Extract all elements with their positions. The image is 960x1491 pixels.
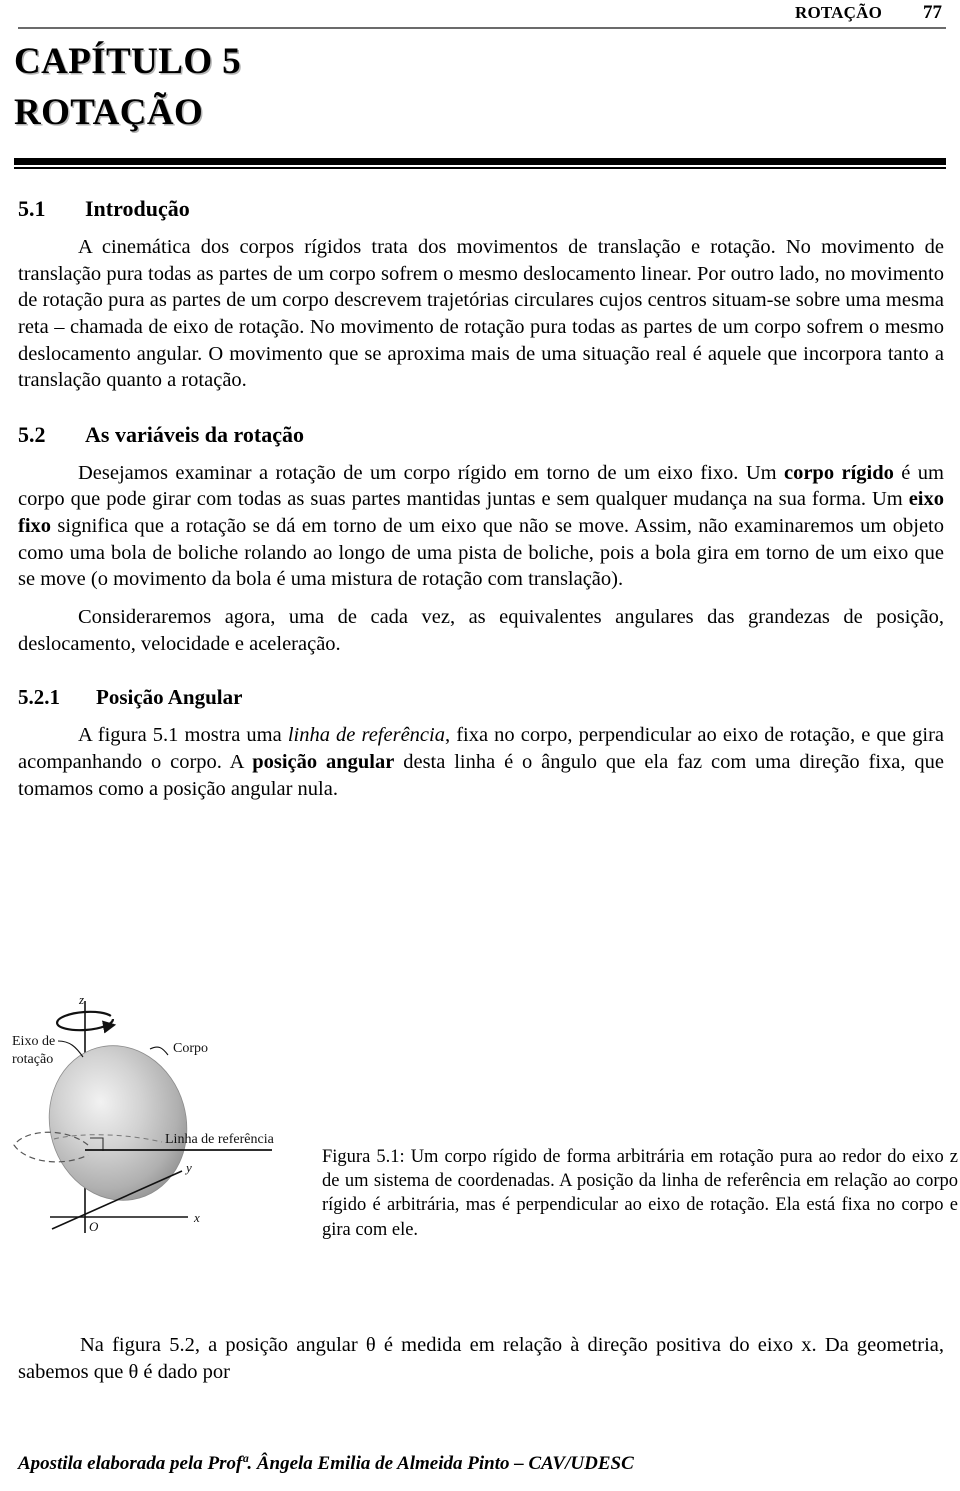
- document-page: ROTAÇÃO 77 CAPÍTULO 5 ROTAÇÃO 5.1 Introd…: [0, 0, 960, 1491]
- chapter-number-title: CAPÍTULO 5: [14, 41, 242, 82]
- text-run: Na figura 5.2, a posição angular: [80, 1334, 366, 1356]
- label-axis-of-rotation-line2: rotação: [12, 1052, 53, 1067]
- paragraph-closing: Na figura 5.2, a posição angular θ é med…: [18, 1332, 944, 1385]
- subsection-heading-5-2-1: 5.2.1 Posição Angular: [18, 685, 944, 710]
- section-label-5-1: Introdução: [85, 196, 190, 221]
- paragraph-5-2-1: A figura 5.1 mostra uma linha de referên…: [18, 722, 944, 802]
- term-corpo-rigido: corpo rígido: [783, 461, 894, 484]
- label-reference-line: Linha de referência: [165, 1132, 275, 1147]
- text-run: Desejamos examinar a rotação de um corpo…: [78, 461, 784, 484]
- label-body: Corpo: [173, 1041, 208, 1056]
- figure-5-1-graphic: z x y O Eixo de rotação Corpo Linha de r…: [10, 995, 320, 1285]
- page-footer: Apostila elaborada pela Profª. Ângela Em…: [18, 1453, 634, 1474]
- page-number: 77: [923, 2, 942, 23]
- section-heading-5-1: 5.1 Introdução: [18, 196, 944, 222]
- label-axis-of-rotation-line1: Eixo de: [12, 1034, 55, 1049]
- header-divider-rule: [18, 27, 946, 29]
- figure-5-1-caption: Figura 5.1: Um corpo rígido de forma arb…: [322, 1147, 958, 1240]
- chapter-title-block: CAPÍTULO 5 ROTAÇÃO: [14, 41, 946, 134]
- section-heading-5-2: 5.2 As variáveis da rotação: [18, 422, 944, 448]
- divider-thick-bar: [14, 158, 946, 165]
- paragraph-5-2-second: Consideraremos agora, uma de cada vez, a…: [18, 606, 944, 655]
- theta-symbol: θ: [365, 1334, 376, 1356]
- paragraph-5-1-intro: A cinemática dos corpos rígidos trata do…: [18, 236, 944, 392]
- axis-z-label: z: [78, 995, 84, 1007]
- chapter-name-title: ROTAÇÃO: [14, 92, 204, 134]
- text-run: significa que a rotação se dá em torno d…: [18, 515, 944, 591]
- axis-y-label: y: [184, 1160, 192, 1175]
- theta-symbol: θ: [128, 1360, 139, 1383]
- document-body: 5.1 Introdução A cinemática dos corpos r…: [18, 196, 944, 802]
- section-number-5-2: 5.2: [18, 421, 46, 447]
- axis-x-label: x: [193, 1210, 200, 1225]
- leader-axis-of-rotation: [57, 1040, 84, 1058]
- leader-body: [149, 1046, 169, 1056]
- closing-section: Na figura 5.2, a posição angular θ é med…: [18, 1332, 944, 1385]
- chapter-divider-double-rule: [14, 158, 946, 169]
- subsection-label-5-2-1: Posição Angular: [96, 685, 243, 710]
- subsection-number-5-2-1: 5.2.1: [18, 685, 60, 710]
- paragraph-5-2-first: Desejamos examinar a rotação de um corpo…: [18, 460, 944, 593]
- text-run: é dado por: [138, 1360, 230, 1383]
- divider-thin-bar: [14, 167, 946, 169]
- figure-5-1: z x y O Eixo de rotação Corpo Linha de r…: [0, 995, 960, 1295]
- section-label-5-2: As variáveis da rotação: [85, 421, 304, 447]
- term-posicao-angular: posição angular: [252, 750, 395, 773]
- running-header: ROTAÇÃO 77: [18, 2, 946, 29]
- origin-label: O: [89, 1219, 99, 1234]
- header-chapter-title: ROTAÇÃO: [794, 3, 882, 22]
- text-run: A figura 5.1 mostra uma: [78, 724, 288, 747]
- emphasis-linha-de-referencia: linha de referência: [287, 724, 445, 747]
- section-number-5-1: 5.1: [18, 196, 46, 221]
- rigid-body-shape: [48, 1045, 188, 1201]
